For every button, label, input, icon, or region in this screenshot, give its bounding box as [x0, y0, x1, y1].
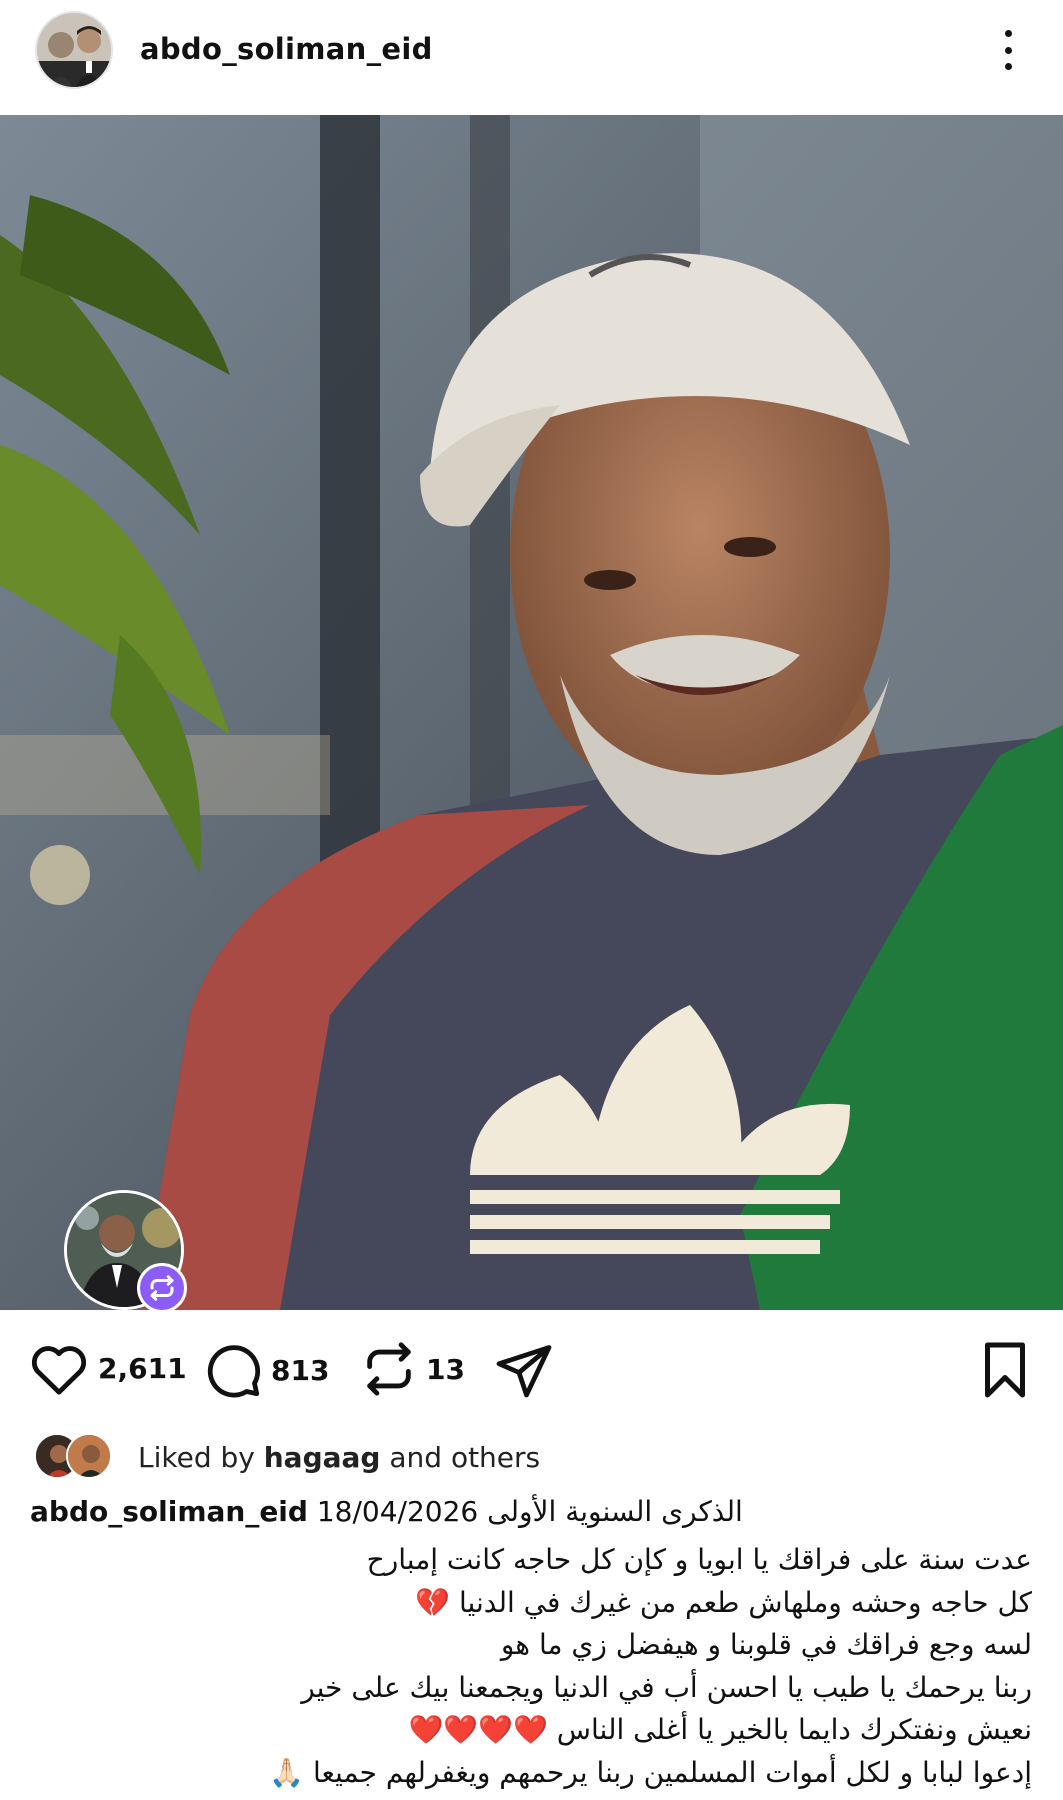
send-icon: [496, 1345, 552, 1398]
caption-username[interactable]: abdo_soliman_eid: [30, 1495, 308, 1528]
caption-line: كل حاجه وحشه وملهاش طعم من غيرك في الدني…: [415, 1585, 1032, 1619]
caption-date: 18/04/2026: [316, 1495, 479, 1528]
author-username[interactable]: abdo_soliman_eid: [140, 32, 433, 66]
caption-header: abdo_soliman_eid 18/04/2026 الذكرى السنو…: [30, 1495, 1040, 1539]
liked-by-row[interactable]: Liked by hagaag and others: [34, 1432, 540, 1482]
comment-icon: [207, 1345, 261, 1398]
more-dot: [1004, 30, 1012, 37]
like-count[interactable]: 2,611: [98, 1352, 187, 1385]
like-button[interactable]: 2,611: [28, 1340, 187, 1396]
caption-body: عدت سنة على فراقك يا ابويا و كإن كل حاجه…: [0, 1539, 1032, 1794]
caption-line: إدعوا لبابا و لكل أموات المسلمين ربنا ير…: [269, 1755, 1032, 1789]
post-photo[interactable]: [0, 115, 1063, 1310]
repost-button[interactable]: 13: [360, 1340, 465, 1398]
comment-count[interactable]: 813: [271, 1354, 329, 1387]
liked-by-user[interactable]: hagaag: [264, 1441, 381, 1474]
post-actions-bar: 2,611 813 13: [0, 1330, 1063, 1410]
comment-button[interactable]: 813: [203, 1340, 329, 1400]
repost-icon: [367, 1342, 411, 1396]
share-button[interactable]: [494, 1340, 554, 1400]
liked-by-suffix: and others: [389, 1440, 541, 1474]
repost-count[interactable]: 13: [426, 1353, 465, 1386]
liked-by-prefix: Liked by: [138, 1440, 255, 1474]
save-button[interactable]: [978, 1340, 1032, 1400]
more-dot: [1004, 63, 1012, 70]
bookmark-icon: [985, 1342, 1025, 1398]
caption-title: الذكرى السنوية الأولى: [487, 1495, 743, 1528]
caption-line: لسه وجع فراقك في قلوبنا و هيفضل زي ما هو: [500, 1628, 1032, 1661]
more-options-button[interactable]: [990, 22, 1026, 78]
author-avatar[interactable]: [35, 11, 113, 89]
post-header: abdo_soliman_eid: [0, 0, 1063, 115]
caption-line: نعيش ونفتكرك دايما بالخير يا أغلى الناس …: [408, 1713, 1032, 1746]
repost-badge-icon: [137, 1263, 187, 1313]
caption-line: عدت سنة على فراقك يا ابويا و كإن كل حاجه…: [366, 1543, 1032, 1576]
heart-icon: [31, 1346, 87, 1395]
liker-avatars: [34, 1433, 120, 1481]
liked-by-text: Liked by hagaag and others: [138, 1441, 540, 1474]
liker-avatar: [66, 1433, 112, 1479]
caption-line: ربنا يرحمك يا طيب يا احسن أب في الدنيا و…: [301, 1670, 1032, 1704]
more-dot: [1004, 46, 1012, 54]
